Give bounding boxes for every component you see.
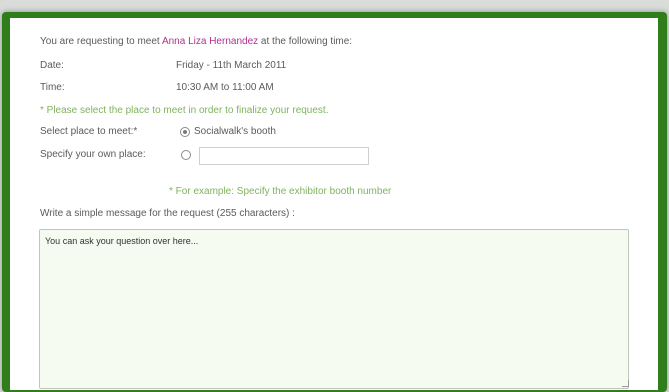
select-place-label: Select place to meet:*	[40, 126, 138, 137]
time-label: Time:	[40, 82, 65, 93]
date-label: Date:	[40, 60, 64, 71]
resize-grip-icon[interactable]	[622, 380, 629, 387]
own-place-radio[interactable]	[181, 150, 191, 160]
message-label: Write a simple message for the request (…	[40, 208, 295, 219]
own-place-input[interactable]	[199, 147, 369, 165]
example-hint: * For example: Specify the exhibitor boo…	[169, 186, 392, 197]
person-name: Anna Liza Hernandez	[161, 36, 259, 47]
date-value: Friday - 11th March 2011	[176, 60, 287, 71]
place-hint: * Please select the place to meet in ord…	[40, 105, 329, 116]
request-intro: You are requesting to meet Anna Liza Her…	[40, 36, 352, 47]
own-place-label: Specify your own place:	[40, 149, 146, 160]
booth-radio[interactable]	[180, 127, 190, 137]
dialog-frame: You are requesting to meet Anna Liza Her…	[2, 12, 667, 392]
intro-prefix: You are requesting to meet	[40, 36, 160, 47]
intro-suffix: at the following time:	[260, 36, 353, 47]
message-text[interactable]: You can ask your question over here...	[45, 236, 198, 246]
time-value: 10:30 AM to 11:00 AM	[176, 82, 274, 93]
request-panel: You are requesting to meet Anna Liza Her…	[10, 18, 658, 390]
message-textarea[interactable]	[39, 229, 629, 389]
booth-option-label[interactable]: Socialwalk's booth	[194, 126, 276, 137]
